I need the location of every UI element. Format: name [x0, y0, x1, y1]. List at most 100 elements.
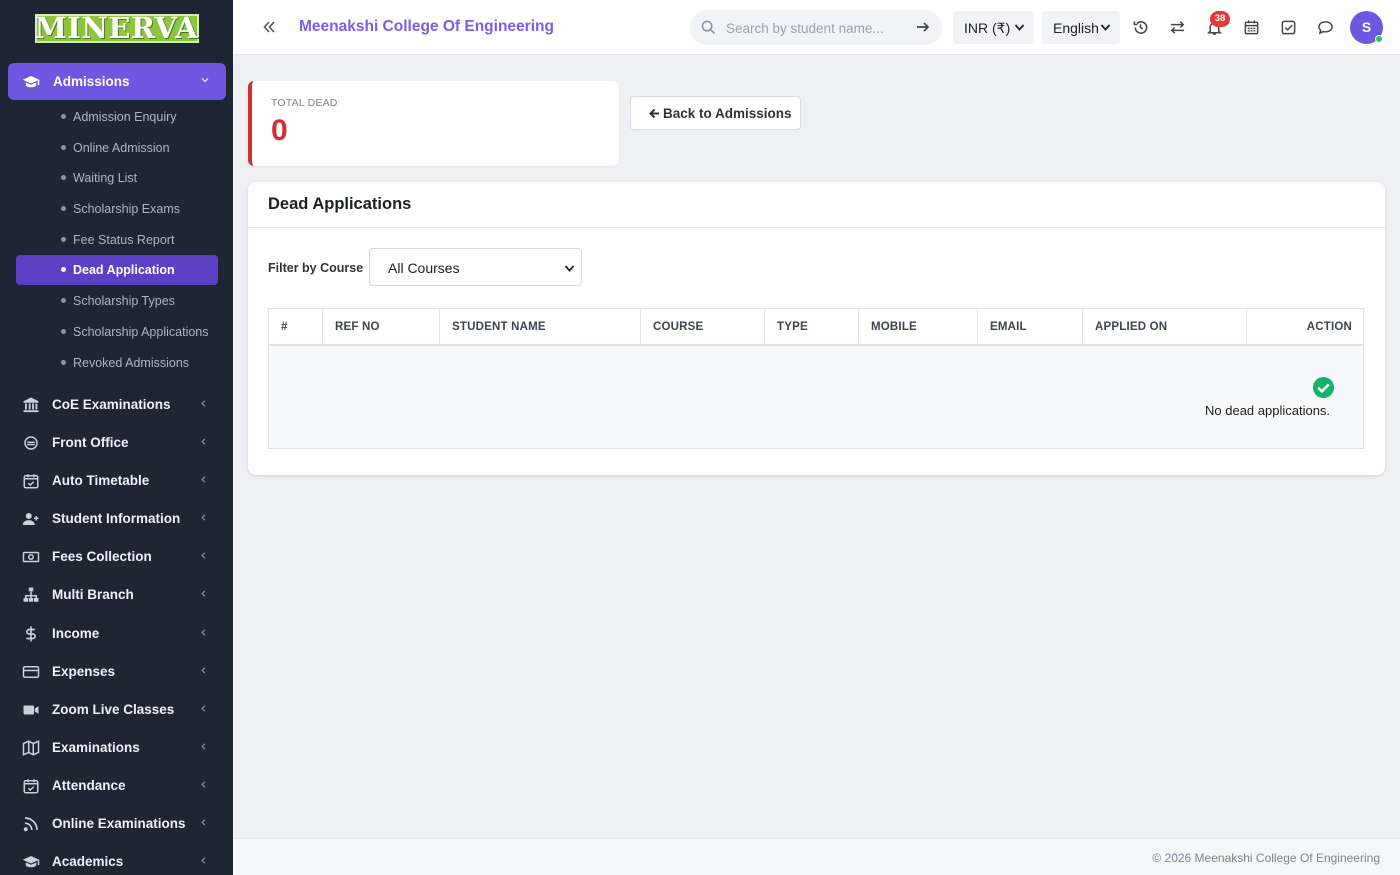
column-header-index: #: [269, 309, 323, 344]
submenu-item-scholarship-exams[interactable]: Scholarship Exams: [0, 194, 233, 225]
submenu-item-scholarship-applications[interactable]: Scholarship Applications: [0, 317, 233, 348]
notification-badge: 38: [1210, 11, 1230, 27]
rss-icon: [23, 817, 38, 832]
chevron-down-icon: [1014, 24, 1025, 31]
submenu-item-dead-application[interactable]: Dead Application: [0, 255, 233, 286]
money-icon: [22, 552, 40, 563]
column-header-label: MOBILE: [871, 321, 917, 333]
history-icon[interactable]: [1132, 19, 1149, 36]
chevron-left-icon: [201, 514, 206, 521]
table-body-empty: No dead applications.: [269, 346, 1363, 448]
sidebar-item-label: Front Office: [52, 435, 129, 451]
sidebar-item-academics[interactable]: Academics: [0, 842, 233, 875]
dead-applications-panel: Dead Applications Filter by Course All C…: [248, 182, 1385, 475]
sidebar-item-auto-timetable[interactable]: Auto Timetable: [0, 461, 233, 499]
column-header-student-name[interactable]: STUDENT NAME: [440, 309, 641, 344]
submenu-item-revoked-admissions[interactable]: Revoked Admissions: [0, 348, 233, 379]
column-header-label: EMAIL: [990, 321, 1027, 333]
sidebar-item-label: Attendance: [52, 777, 126, 793]
currency-select[interactable]: INR (₹): [953, 11, 1034, 44]
stat-caption: TOTAL DEAD: [271, 97, 338, 109]
applications-table: # REF NO STUDENT NAME COURSE TYPE MOBILE…: [268, 308, 1364, 449]
language-select[interactable]: English: [1042, 11, 1120, 44]
bullet-icon: [61, 206, 66, 212]
sidebar-item-multi-branch[interactable]: Multi Branch: [0, 575, 233, 613]
submenu-label: Scholarship Types: [73, 294, 175, 309]
column-header-ref-no[interactable]: REF NO: [323, 309, 440, 344]
submenu-item-admission-enquiry[interactable]: Admission Enquiry: [0, 102, 233, 133]
exchange-icon[interactable]: [1169, 19, 1186, 36]
calendar-icon[interactable]: [1243, 19, 1260, 36]
chevron-left-icon: [201, 438, 206, 445]
sidebar-item-income[interactable]: Income: [0, 614, 233, 652]
submenu-item-fee-status-report[interactable]: Fee Status Report: [0, 225, 233, 256]
bullet-icon: [61, 175, 66, 181]
double-chevron-left-icon[interactable]: [261, 19, 277, 35]
student-search: [690, 10, 942, 45]
sidebar-item-label: Online Examinations: [52, 816, 186, 832]
college-name[interactable]: Meenakshi College Of Engineering: [299, 18, 554, 36]
column-header-mobile[interactable]: MOBILE: [859, 309, 978, 344]
sidebar-item-coe-examinations[interactable]: CoE Examinations: [0, 385, 233, 423]
check-circle-icon: [1312, 376, 1335, 399]
column-header-label: ACTION: [1306, 321, 1352, 333]
submenu-item-online-admission[interactable]: Online Admission: [0, 133, 233, 164]
bank-icon: [23, 397, 39, 413]
sidebar-item-label: Examinations: [52, 739, 140, 755]
chevron-left-icon: [201, 628, 206, 636]
sidebar-item-label: Income: [52, 625, 100, 641]
sidebar-item-expenses[interactable]: Expenses: [0, 652, 233, 690]
logo[interactable]: MINERVA: [34, 13, 199, 43]
submenu-label: Waiting List: [73, 171, 138, 186]
task-checkbox-icon[interactable]: [1280, 19, 1297, 36]
column-header-type[interactable]: TYPE: [765, 309, 859, 344]
topbar: Meenakshi College Of Engineering INR (₹)…: [233, 0, 1400, 55]
sidebar-item-fees-collection[interactable]: Fees Collection: [0, 537, 233, 575]
column-header-applied-on[interactable]: APPLIED ON: [1083, 309, 1247, 344]
sidebar-item-attendance[interactable]: Attendance: [0, 766, 233, 804]
submenu-label: Online Admission: [73, 140, 170, 155]
arrow-right-icon[interactable]: [916, 20, 930, 34]
sidebar-item-label: Multi Branch: [52, 587, 134, 603]
chevron-down-icon: [564, 265, 575, 272]
graduation-cap-icon: [22, 76, 40, 88]
column-header-course[interactable]: COURSE: [641, 309, 765, 344]
chevron-left-icon: [201, 781, 206, 788]
avatar-initial: S: [1361, 19, 1372, 35]
column-header-email[interactable]: EMAIL: [978, 309, 1083, 344]
back-button-label: Back to Admissions: [663, 106, 792, 121]
course-filter-select[interactable]: All Courses: [369, 248, 582, 286]
footer-copyright: © 2026 Meenakshi College Of Engineering: [1152, 851, 1380, 865]
credit-card-icon: [22, 665, 40, 678]
chevron-left-icon: [201, 590, 206, 598]
chat-bubble-icon[interactable]: [1317, 19, 1334, 36]
sidebar-item-student-information[interactable]: Student Information: [0, 499, 233, 537]
sidebar-item-front-office[interactable]: Front Office: [0, 423, 233, 461]
sidebar-item-zoom-live-classes[interactable]: Zoom Live Classes: [0, 690, 233, 728]
back-to-admissions-button[interactable]: Back to Admissions: [630, 96, 801, 130]
online-status-dot: [1375, 35, 1383, 43]
concierge-icon: [24, 436, 38, 450]
sidebar-item-examinations[interactable]: Examinations: [0, 728, 233, 766]
sidebar-item-label: Academics: [52, 854, 124, 870]
submenu-item-scholarship-types[interactable]: Scholarship Types: [0, 286, 233, 317]
graduation-cap-icon: [22, 856, 40, 868]
column-header-label: REF NO: [335, 321, 380, 333]
footer: © 2026 Meenakshi College Of Engineering: [233, 838, 1400, 875]
sidebar-item-admissions[interactable]: Admissions: [8, 63, 226, 100]
filter-label: Filter by Course: [268, 261, 364, 275]
sidebar: MINERVA Admissions Admission Enquiry Onl…: [0, 0, 233, 875]
video-icon: [23, 705, 39, 715]
bullet-icon: [61, 328, 66, 334]
sidebar-item-label: Admissions: [53, 74, 130, 89]
search-input[interactable]: [726, 18, 906, 38]
submenu-item-waiting-list[interactable]: Waiting List: [0, 163, 233, 194]
chevron-left-icon: [201, 705, 206, 712]
column-header-label: STUDENT NAME: [452, 321, 546, 333]
admissions-submenu: Admission Enquiry Online Admission Waiti…: [0, 102, 233, 378]
bullet-icon: [61, 298, 66, 304]
stat-value: 0: [271, 114, 288, 147]
sidebar-item-online-examinations[interactable]: Online Examinations: [0, 804, 233, 842]
user-add-icon: [22, 513, 39, 526]
submenu-label: Revoked Admissions: [73, 355, 190, 370]
